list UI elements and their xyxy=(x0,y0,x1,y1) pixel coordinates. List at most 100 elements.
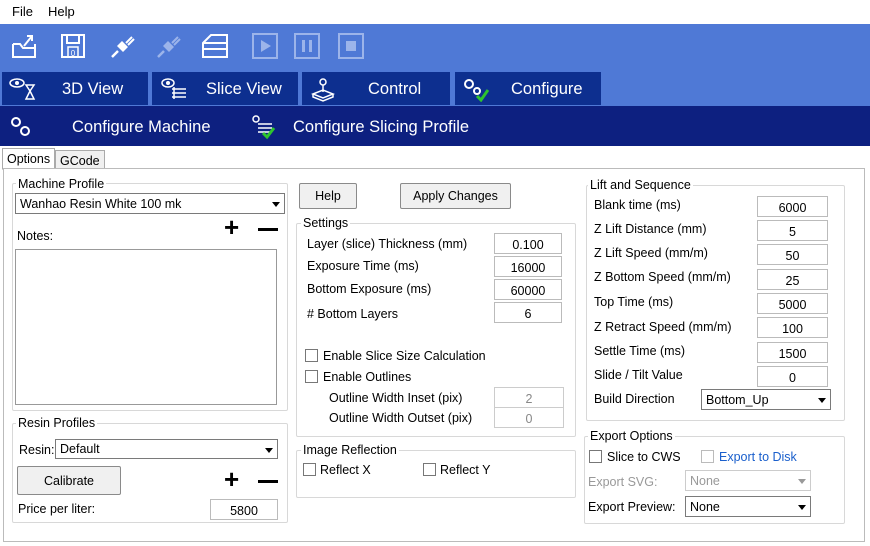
slide-tilt-label: Slide / Tilt Value xyxy=(594,368,683,382)
z-retract-speed-label: Z Retract Speed (mm/m) xyxy=(594,320,732,334)
top-time-label: Top Time (ms) xyxy=(594,295,674,309)
bottom-layers-label: # Bottom Layers xyxy=(307,307,399,321)
enable-outlines-checkbox[interactable] xyxy=(305,370,318,383)
tab-slice-view[interactable]: Slice View xyxy=(152,72,298,105)
subtab-configure-slicing[interactable]: Configure Slicing Profile xyxy=(293,118,469,137)
slice-icon[interactable] xyxy=(198,29,232,63)
exposure-time-input[interactable]: 16000 xyxy=(494,256,562,277)
reflect-x-checkbox[interactable] xyxy=(303,463,316,476)
options-panel: Machine Profile Wanhao Resin White 100 m… xyxy=(3,168,865,542)
add-resin-icon[interactable]: + xyxy=(224,466,239,492)
stop-icon[interactable] xyxy=(334,29,368,63)
tab-control[interactable]: Control xyxy=(302,72,450,105)
settle-time-input[interactable]: 1500 xyxy=(757,342,828,363)
remove-resin-icon[interactable] xyxy=(258,480,278,483)
resin-select[interactable]: Default xyxy=(55,439,278,459)
slice-to-cws-checkbox[interactable] xyxy=(589,450,602,463)
build-direction-select[interactable]: Bottom_Up xyxy=(701,389,831,410)
resin-label: Resin: xyxy=(19,443,55,457)
subtab-configure-machine[interactable]: Configure Machine xyxy=(72,118,211,137)
configure-subtabs: Configure Machine Configure Slicing Prof… xyxy=(0,106,870,146)
menu-help[interactable]: Help xyxy=(48,4,75,19)
z-lift-distance-label: Z Lift Distance (mm) xyxy=(594,222,707,236)
resin-profiles-title: Resin Profiles xyxy=(16,416,98,430)
outline-outset-input[interactable]: 0 xyxy=(494,407,564,428)
slicing-profile-icon xyxy=(252,115,276,140)
price-label: Price per liter: xyxy=(18,502,96,516)
tab-configure[interactable]: Configure xyxy=(455,72,601,105)
settle-time-label: Settle Time (ms) xyxy=(594,344,685,358)
z-bottom-speed-label: Z Bottom Speed (mm/m) xyxy=(594,270,731,284)
layer-thickness-label: Layer (slice) Thickness (mm) xyxy=(307,237,468,251)
export-svg-value: None xyxy=(690,474,720,488)
z-lift-distance-input[interactable]: 5 xyxy=(757,220,828,241)
pause-icon[interactable] xyxy=(290,29,324,63)
svg-text:0: 0 xyxy=(71,49,76,58)
remove-machine-icon[interactable] xyxy=(258,228,278,231)
open-file-icon[interactable] xyxy=(8,29,42,63)
gears-icon xyxy=(11,117,30,136)
chevron-down-icon xyxy=(265,448,273,453)
top-time-input[interactable]: 5000 xyxy=(757,293,828,314)
outline-outset-label: Outline Width Outset (pix) xyxy=(329,411,473,425)
slide-tilt-input[interactable]: 0 xyxy=(757,366,828,387)
joystick-icon xyxy=(310,78,336,102)
disconnect-icon[interactable] xyxy=(152,29,186,63)
add-machine-icon[interactable]: + xyxy=(224,214,239,240)
main-tabs: 3D View Slice View Control Configure xyxy=(0,70,870,106)
export-to-disk-label: Export to Disk xyxy=(719,450,797,464)
save-icon[interactable]: 0 xyxy=(56,29,90,63)
bottom-exposure-label: Bottom Exposure (ms) xyxy=(307,282,432,296)
outline-inset-label: Outline Width Inset (pix) xyxy=(329,391,463,405)
enable-slice-size-checkbox[interactable] xyxy=(305,349,318,362)
z-bottom-speed-input[interactable]: 25 xyxy=(757,269,828,290)
z-retract-speed-input[interactable]: 100 xyxy=(757,317,828,338)
notes-label: Notes: xyxy=(17,229,54,243)
reflect-x-label: Reflect X xyxy=(320,463,371,477)
connect-icon[interactable] xyxy=(106,29,140,63)
layer-thickness-input[interactable]: 0.100 xyxy=(494,233,562,254)
eye-icon xyxy=(9,78,36,100)
tab-3d-view-label: 3D View xyxy=(62,80,124,98)
reflect-y-label: Reflect Y xyxy=(440,463,491,477)
blank-time-input[interactable]: 6000 xyxy=(757,196,828,217)
menu-file[interactable]: File xyxy=(12,4,33,19)
gears-check-icon xyxy=(464,79,489,102)
menu-bar: File Help xyxy=(0,0,870,24)
eye-slices-icon xyxy=(161,78,186,99)
z-lift-speed-label: Z Lift Speed (mm/m) xyxy=(594,246,708,260)
build-direction-label: Build Direction xyxy=(594,392,675,406)
tab-slice-view-label: Slice View xyxy=(206,80,282,98)
bottom-exposure-input[interactable]: 60000 xyxy=(494,279,562,300)
exposure-time-label: Exposure Time (ms) xyxy=(307,259,419,273)
outline-inset-input[interactable]: 2 xyxy=(494,387,564,408)
machine-profile-select[interactable]: Wanhao Resin White 100 mk xyxy=(15,193,285,214)
chevron-down-icon xyxy=(272,202,280,207)
image-reflection-title: Image Reflection xyxy=(301,443,399,457)
export-preview-select[interactable]: None xyxy=(685,496,811,517)
apply-changes-button[interactable]: Apply Changes xyxy=(400,183,511,209)
tab-options[interactable]: Options xyxy=(2,148,56,170)
help-button[interactable]: Help xyxy=(299,183,357,209)
z-lift-speed-input[interactable]: 50 xyxy=(757,244,828,265)
reflect-y-checkbox[interactable] xyxy=(423,463,436,476)
price-input[interactable]: 5800 xyxy=(210,499,278,520)
build-direction-value: Bottom_Up xyxy=(706,393,769,407)
export-to-disk-checkbox[interactable] xyxy=(701,450,714,463)
tab-gcode[interactable]: GCode xyxy=(55,150,105,170)
export-preview-value: None xyxy=(690,500,720,514)
blank-time-label: Blank time (ms) xyxy=(594,198,681,212)
resin-value: Default xyxy=(60,442,100,456)
tab-control-label: Control xyxy=(368,80,422,98)
machine-profile-value: Wanhao Resin White 100 mk xyxy=(20,197,182,211)
enable-outlines-label: Enable Outlines xyxy=(323,370,412,384)
notes-textarea[interactable] xyxy=(15,249,277,405)
slice-to-cws-label: Slice to CWS xyxy=(607,450,681,464)
export-svg-select[interactable]: None xyxy=(685,470,811,491)
play-icon[interactable] xyxy=(248,29,282,63)
chevron-down-icon xyxy=(798,479,806,484)
calibrate-button[interactable]: Calibrate xyxy=(17,466,121,495)
bottom-layers-input[interactable]: 6 xyxy=(494,302,562,323)
tab-3d-view[interactable]: 3D View xyxy=(2,72,148,105)
enable-slice-size-label: Enable Slice Size Calculation xyxy=(323,349,486,363)
